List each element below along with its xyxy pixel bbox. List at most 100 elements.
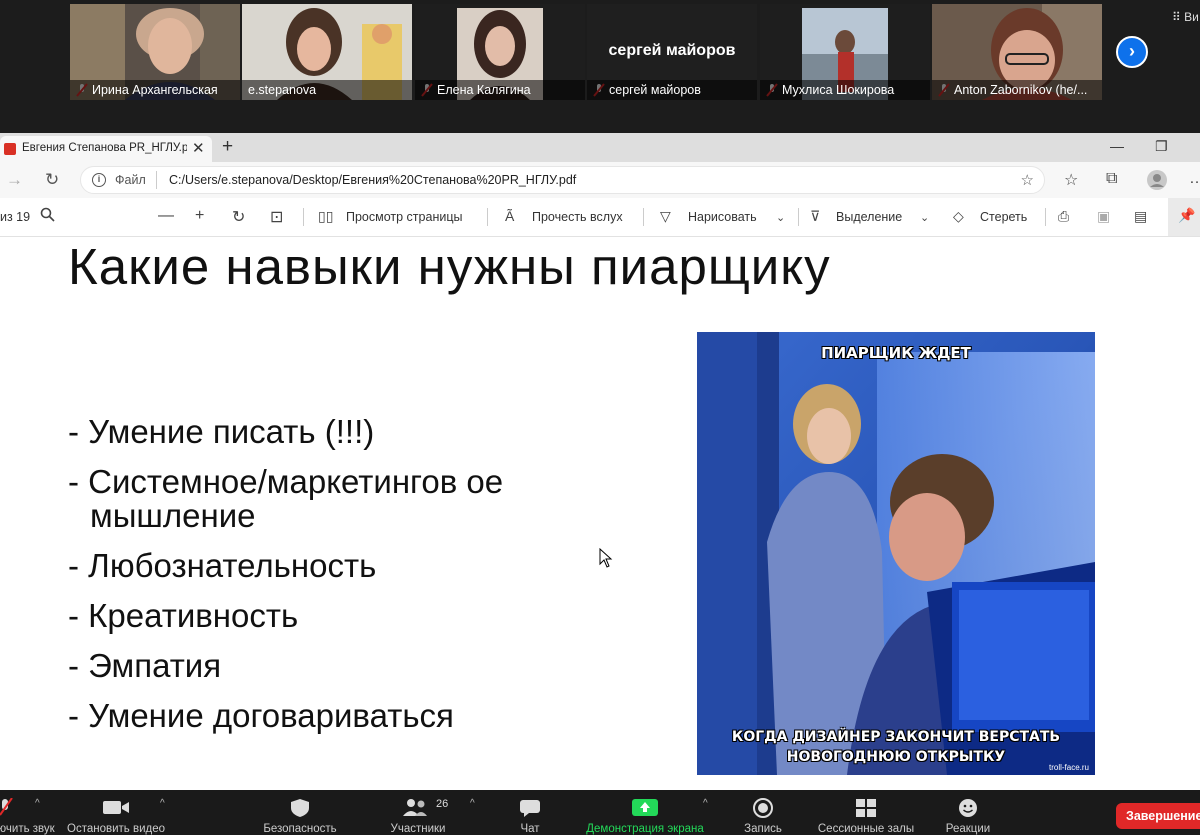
security-button[interactable]: Безопасность [255, 790, 345, 835]
chevron-down-icon[interactable]: ⌄ [776, 211, 785, 224]
breakout-rooms-icon [856, 799, 876, 817]
unmute-label: Включить звук [0, 823, 55, 835]
view-mode-button[interactable]: ⠿ Ви [1172, 10, 1199, 24]
view-mode-label: Ви [1184, 10, 1199, 24]
shared-browser-window: Евгения Степанова PR_НГЛУ.pdf ✕ + — ❐ → … [0, 133, 1200, 790]
minimize-icon[interactable]: — [1110, 138, 1124, 154]
url-text[interactable]: C:/Users/e.stepanova/Desktop/Евгения%20С… [169, 173, 576, 187]
restore-icon[interactable]: ❐ [1155, 138, 1168, 155]
chevron-down-icon[interactable]: ⌄ [920, 211, 929, 224]
unmute-button[interactable]: Включить звук [0, 790, 55, 835]
chat-icon [520, 800, 540, 817]
page-view-button[interactable]: Просмотр страницы [346, 210, 462, 224]
zoom-in-icon[interactable]: + [195, 207, 204, 225]
new-tab-button[interactable]: + [222, 136, 233, 158]
participant-name: Ирина Архангельская [70, 80, 240, 100]
eraser-icon: ◇ [953, 208, 964, 224]
participant-name: Anton Zabornikov (he/... [932, 80, 1102, 100]
stop-video-button[interactable]: Остановить видео [60, 790, 172, 835]
highlight-button[interactable]: Выделение [836, 210, 902, 224]
highlight-icon: ⊽ [810, 208, 821, 224]
pdf-slide: Какие навыки нужны пиарщику - Умение пис… [0, 237, 1200, 790]
meme-picture [697, 332, 1095, 775]
divider [643, 208, 644, 226]
mouse-cursor-icon [599, 548, 613, 568]
share-screen-icon [632, 799, 658, 816]
participants-count: 26 [436, 798, 449, 810]
collections-icon[interactable]: ⧉ [1106, 170, 1117, 188]
reactions-button[interactable]: Реакции [935, 790, 1001, 835]
meme-top-caption: ПИАРЩИК ЖДЕТ [821, 344, 971, 362]
participant-tile[interactable]: Ирина Архангельская [70, 4, 240, 100]
forward-icon[interactable]: → [6, 170, 23, 190]
stop-video-label: Остановить видео [67, 823, 165, 835]
breakout-rooms-button[interactable]: Сессионные залы [808, 790, 924, 835]
draw-button[interactable]: Нарисовать [688, 210, 757, 224]
divider [487, 208, 488, 226]
profile-avatar-icon[interactable] [1147, 170, 1167, 195]
chevron-up-icon[interactable]: ^ [703, 798, 708, 809]
video-camera-icon [103, 801, 129, 814]
divider [1045, 208, 1046, 226]
bullet-item: - Умение договариваться [68, 697, 454, 734]
security-label: Безопасность [263, 823, 337, 835]
rotate-icon[interactable]: ↻ [232, 207, 245, 227]
bullet-item: - Умение писать (!!!) [68, 413, 375, 450]
more-icon[interactable]: … [1189, 170, 1200, 188]
divider [303, 208, 304, 226]
fit-page-icon[interactable]: ⊡ [270, 207, 283, 227]
favorites-icon[interactable]: ☆ [1064, 170, 1078, 190]
meeting-controls: Включить звук ^ Остановить видео ^ Безоп… [0, 790, 1200, 835]
grid-icon: ⠿ [1172, 10, 1185, 24]
participant-tile[interactable]: сергей майоров сергей майоров [587, 4, 757, 100]
gallery-next-page-button[interactable]: › [1116, 36, 1148, 68]
smiley-icon [959, 799, 977, 817]
participant-tile[interactable]: Елена Калягина [415, 4, 585, 100]
chat-label: Чат [520, 823, 540, 835]
participant-tile-active-speaker[interactable]: e.stepanova [242, 4, 412, 100]
file-scheme-label: Файл [115, 173, 146, 187]
bullet-item: - Системное/маркетингов ое мышление [68, 463, 504, 534]
chevron-up-icon[interactable]: ^ [160, 798, 165, 809]
page-view-icon: ▯▯ [318, 208, 334, 224]
participant-tile[interactable]: Мухлиса Шокирова [760, 4, 930, 100]
tab-pdf-document[interactable]: Евгения Степанова PR_НГЛУ.pdf ✕ [0, 136, 212, 162]
chat-button[interactable]: Чат [500, 790, 560, 835]
participant-name: Мухлиса Шокирова [760, 80, 930, 100]
bullet-item: - Любознательность [68, 547, 377, 584]
end-meeting-button[interactable]: Завершение [1116, 803, 1200, 829]
share-screen-label: Демонстрация экрана [586, 823, 704, 835]
divider [798, 208, 799, 226]
save-as-icon[interactable]: ▤ [1134, 208, 1147, 225]
read-aloud-button[interactable]: Прочесть вслух [532, 210, 623, 224]
participants-button[interactable]: Участники [383, 790, 453, 835]
participant-name: сергей майоров [587, 80, 757, 100]
address-bar[interactable]: i Файл C:/Users/e.stepanova/Desktop/Евге… [80, 166, 1045, 194]
erase-button[interactable]: Стереть [980, 210, 1027, 224]
pdf-icon [4, 143, 16, 155]
bullet-item: - Эмпатия [68, 647, 222, 684]
page-count: из 19 [0, 210, 31, 224]
read-aloud-icon: A͂ [505, 208, 515, 224]
record-button[interactable]: Запись [733, 790, 793, 835]
meme-credit: troll-face.ru [1048, 763, 1089, 772]
add-favorite-icon[interactable]: ☆ [1021, 171, 1034, 189]
chevron-up-icon[interactable]: ^ [470, 798, 475, 809]
chevron-up-icon[interactable]: ^ [35, 798, 40, 809]
search-icon[interactable] [40, 207, 55, 227]
save-icon[interactable]: ▣ [1097, 208, 1110, 225]
participant-tile[interactable]: Anton Zabornikov (he/... [932, 4, 1102, 100]
pin-toolbar-icon[interactable]: 📌 [1168, 198, 1200, 236]
breakout-rooms-label: Сессионные залы [817, 823, 915, 835]
participant-gallery: Ирина Архангельская e.stepanova Елена Ка… [0, 0, 1200, 133]
mic-muted-icon [0, 798, 13, 816]
refresh-icon[interactable]: ↻ [45, 170, 59, 190]
bullet-item: - Креативность [68, 597, 299, 634]
info-icon[interactable]: i [92, 173, 106, 187]
share-screen-button[interactable]: Демонстрация экрана [575, 790, 715, 835]
meme-bottom-caption: НОВОГОДНЮЮ ОТКРЫТКУ [786, 749, 1006, 765]
tab-close-icon[interactable]: ✕ [192, 139, 205, 157]
tab-bar: Евгения Степанова PR_НГЛУ.pdf ✕ + — ❐ [0, 133, 1200, 162]
zoom-out-icon[interactable]: — [158, 207, 174, 225]
print-icon[interactable]: ⎙ [1058, 208, 1069, 225]
